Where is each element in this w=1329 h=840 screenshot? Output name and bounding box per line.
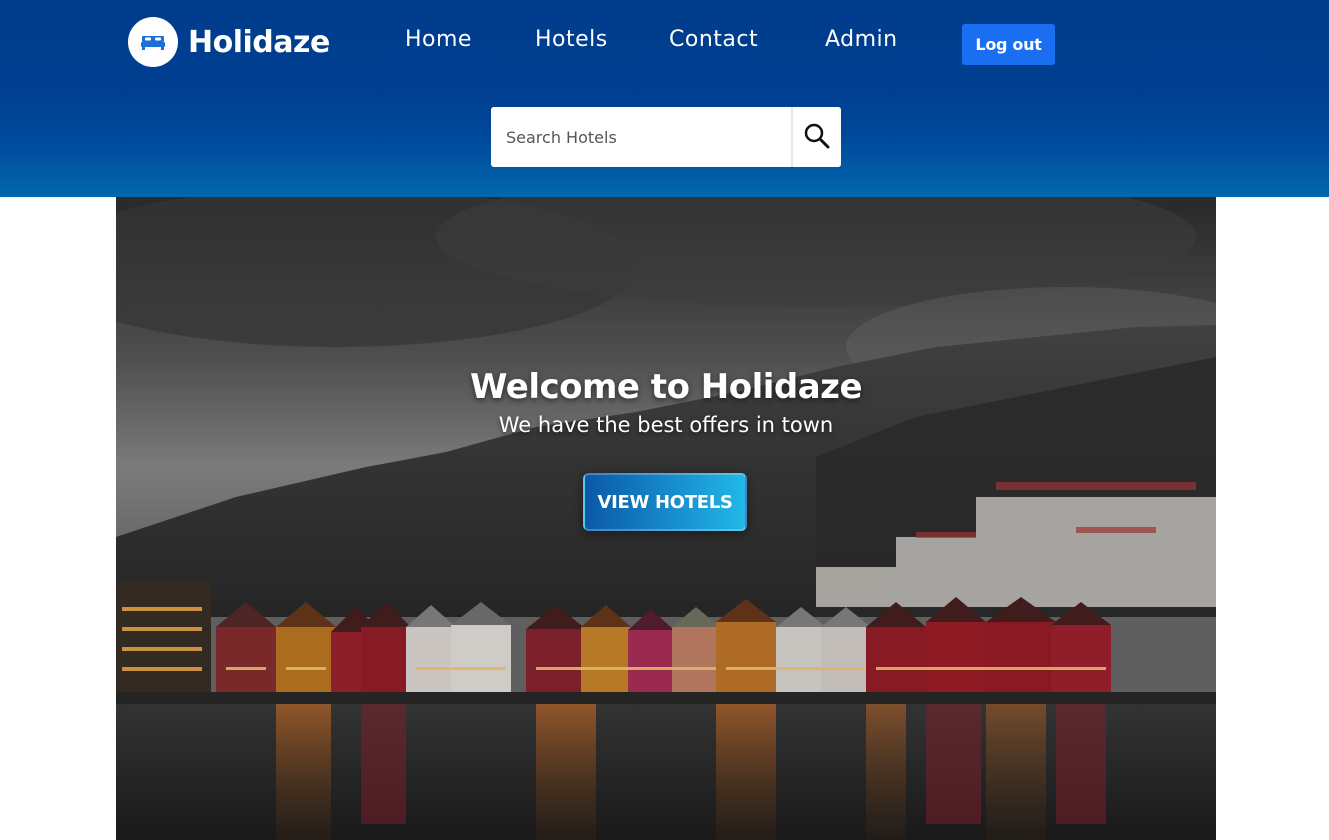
search-bar <box>491 107 841 167</box>
nav-home[interactable]: Home <box>405 27 472 52</box>
view-hotels-button[interactable]: VIEW HOTELS <box>583 473 747 531</box>
search-input[interactable] <box>491 107 791 167</box>
site-header: Holidaze Home Hotels Contact Admin Log o… <box>0 0 1329 197</box>
nav-contact[interactable]: Contact <box>669 27 758 52</box>
brand-name: Holidaze <box>188 24 330 60</box>
brand-logo[interactable]: Holidaze <box>128 17 330 67</box>
search-icon <box>803 122 831 153</box>
hero-subtitle: We have the best offers in town <box>498 413 834 437</box>
nav-hotels[interactable]: Hotels <box>535 27 608 52</box>
logout-button[interactable]: Log out <box>962 24 1055 65</box>
bed-icon <box>128 17 178 67</box>
nav-admin[interactable]: Admin <box>825 27 898 52</box>
search-button[interactable] <box>791 107 841 167</box>
hero-title: Welcome to Holidaze <box>469 367 863 407</box>
hero-banner: Welcome to Holidaze We have the best off… <box>116 197 1216 840</box>
